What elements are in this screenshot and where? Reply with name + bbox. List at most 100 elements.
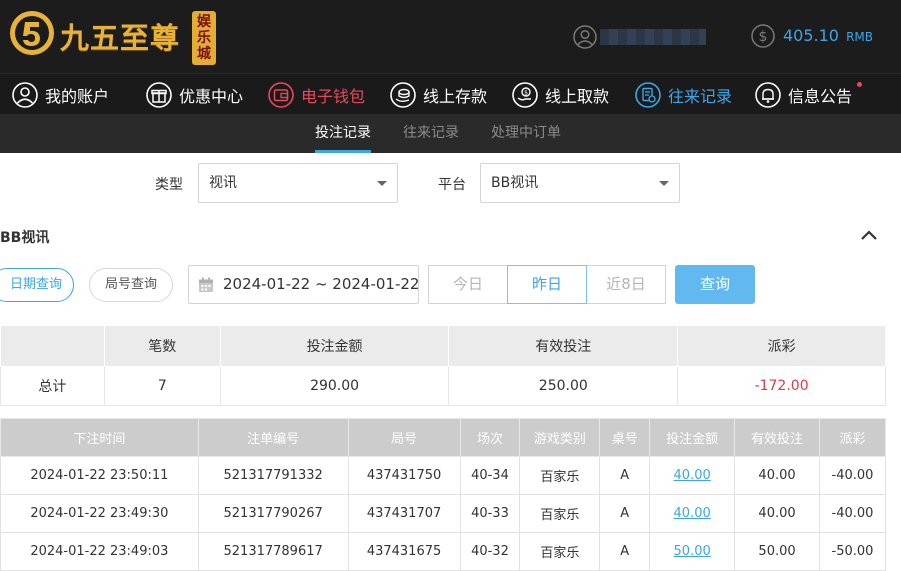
type-select[interactable]: 视讯 (198, 163, 398, 203)
logo-subtitle: 娱 乐 城 (192, 11, 216, 65)
date-range-value: 2024-01-22 ~ 2024-01-22 (223, 275, 420, 293)
summary-header-cell: 派彩 (677, 325, 886, 367)
payout-cell: -50.00 (818, 532, 887, 571)
session-cell: 40-34 (459, 456, 521, 495)
nav-my-account[interactable]: 我的账户 (11, 74, 109, 115)
balance-value: 405.10 (783, 26, 839, 45)
type-select-value: 视讯 (209, 175, 237, 191)
logo-sub-char: 乐 (197, 30, 211, 46)
table-row: 2024-01-22 23:49:03 521317789617 4374316… (0, 532, 887, 571)
round-query-button[interactable]: 局号查询 (89, 268, 173, 302)
svg-text:$: $ (524, 89, 528, 96)
platform-select-value: BB视讯 (491, 175, 539, 191)
session-cell: 40-33 (459, 494, 521, 533)
bet-id-cell: 521317789617 (197, 532, 349, 571)
bet-time-cell: 2024-01-22 23:49:03 (0, 532, 199, 571)
quick-yesterday-button[interactable]: 昨日 (507, 265, 587, 304)
section-title: BB视讯 (0, 230, 50, 246)
user-icon (12, 81, 38, 108)
date-range-input[interactable]: 2024-01-22 ~ 2024-01-22 (188, 265, 419, 304)
nav-label: 电子钱包 (301, 86, 366, 106)
summary-total-row: 总计 7 290.00 250.00 -172.00 (0, 366, 886, 406)
summary-table: 笔数 投注金额 有效投注 派彩 总计 7 290.00 250.00 -172.… (0, 325, 886, 406)
round-id-cell: 437431675 (347, 532, 461, 571)
bet-amount-cell: 50.00 (649, 532, 736, 571)
chevron-up-icon[interactable] (858, 225, 880, 245)
detail-header-cell: 游戏类别 (519, 418, 601, 457)
svg-text:$: $ (759, 29, 768, 45)
nav-online-withdraw[interactable]: $ 线上取款 (511, 74, 609, 115)
bet-time-cell: 2024-01-22 23:50:11 (0, 456, 199, 495)
bet-amount-cell: 40.00 (649, 494, 736, 533)
detail-header-cell: 投注金额 (649, 418, 736, 457)
detail-header-cell: 派彩 (818, 418, 887, 457)
game-type-cell: 百家乐 (519, 494, 601, 533)
chevron-down-icon (377, 181, 387, 186)
nav-label: 我的账户 (45, 86, 110, 106)
nav-label: 往来记录 (668, 86, 733, 106)
tab-pending-orders[interactable]: 处理中订单 (491, 114, 561, 153)
bet-amount-link[interactable]: 50.00 (674, 544, 711, 559)
summary-header-cell (0, 325, 105, 367)
nav-label: 线上取款 (545, 86, 610, 106)
type-label: 类型 (155, 177, 183, 193)
session-cell: 40-32 (459, 532, 521, 571)
table-row: 2024-01-22 23:49:30 521317790267 4374317… (0, 494, 887, 533)
bet-time-cell: 2024-01-22 23:49:30 (0, 494, 199, 533)
detail-header-row: 下注时间 注单编号 局号 场次 游戏类别 桌号 投注金额 有效投注 派彩 (0, 418, 887, 457)
valid-bet-cell: 50.00 (734, 532, 820, 571)
deposit-icon (390, 81, 416, 108)
bet-id-cell: 521317790267 (197, 494, 349, 533)
summary-header-row: 笔数 投注金额 有效投注 派彩 (0, 325, 886, 367)
wallet-icon (268, 81, 294, 108)
platform-label: 平台 (438, 177, 466, 193)
bet-amount-cell: 40.00 (649, 456, 736, 495)
withdraw-icon: $ (512, 81, 538, 108)
nav-online-deposit[interactable]: 线上存款 (389, 74, 487, 115)
nav-promotions[interactable]: 优惠中心 (145, 74, 243, 115)
nav-e-wallet[interactable]: 电子钱包 (267, 74, 365, 115)
detail-header-cell: 场次 (459, 418, 521, 457)
game-type-cell: 百家乐 (519, 456, 601, 495)
account-balance: 405.10 RMB (783, 26, 873, 45)
balance-currency: RMB (846, 30, 874, 44)
tab-bet-records[interactable]: 投注记录 (315, 114, 371, 153)
account-avatar-icon[interactable] (573, 25, 597, 49)
summary-cell: 290.00 (219, 366, 450, 406)
table-no-cell: A (599, 494, 651, 533)
quick-today-button[interactable]: 今日 (428, 265, 508, 304)
table-row: 2024-01-22 23:50:11 521317791332 4374317… (0, 456, 887, 495)
logo-sub-char: 娱 (197, 14, 211, 30)
nav-label: 优惠中心 (179, 86, 244, 106)
logo-icon (10, 11, 54, 55)
query-button[interactable]: 查询 (675, 265, 755, 304)
table-no-cell: A (599, 532, 651, 571)
gift-icon (146, 81, 172, 108)
round-id-cell: 437431750 (347, 456, 461, 495)
nav-announcements[interactable]: 信息公告 (754, 74, 863, 115)
nav-transaction-records[interactable]: 往来记录 (634, 74, 732, 115)
payout-cell: -40.00 (818, 494, 887, 533)
logo-text: 九五至尊 (60, 21, 181, 55)
detail-header-cell: 局号 (347, 418, 461, 457)
bet-detail-table: 下注时间 注单编号 局号 场次 游戏类别 桌号 投注金额 有效投注 派彩 202… (0, 418, 887, 571)
summary-header-cell: 笔数 (103, 325, 221, 367)
bell-icon (755, 81, 781, 108)
main-nav: 我的账户 优惠中心 电子钱包 线上存款 $ 线上取款 往来记录 信息公告 (0, 73, 901, 114)
summary-cell: -172.00 (677, 366, 886, 406)
quick-last8days-button[interactable]: 近8日 (586, 265, 666, 304)
summary-header-cell: 投注金额 (219, 325, 450, 367)
top-header: 九五至尊 娱 乐 城 $ 405.10 RMB (0, 0, 901, 73)
valid-bet-cell: 40.00 (734, 456, 820, 495)
date-query-button[interactable]: 日期查询 (0, 268, 74, 302)
tab-transaction-records[interactable]: 往来记录 (403, 114, 459, 153)
records-icon (635, 81, 661, 108)
bet-id-cell: 521317791332 (197, 456, 349, 495)
nav-label: 信息公告 (788, 86, 853, 106)
detail-header-cell: 有效投注 (734, 418, 820, 457)
platform-select[interactable]: BB视讯 (480, 163, 680, 203)
bet-amount-link[interactable]: 40.00 (674, 468, 711, 483)
summary-cell: 250.00 (448, 366, 679, 406)
bet-amount-link[interactable]: 40.00 (674, 506, 711, 521)
summary-cell: 总计 (0, 366, 105, 406)
